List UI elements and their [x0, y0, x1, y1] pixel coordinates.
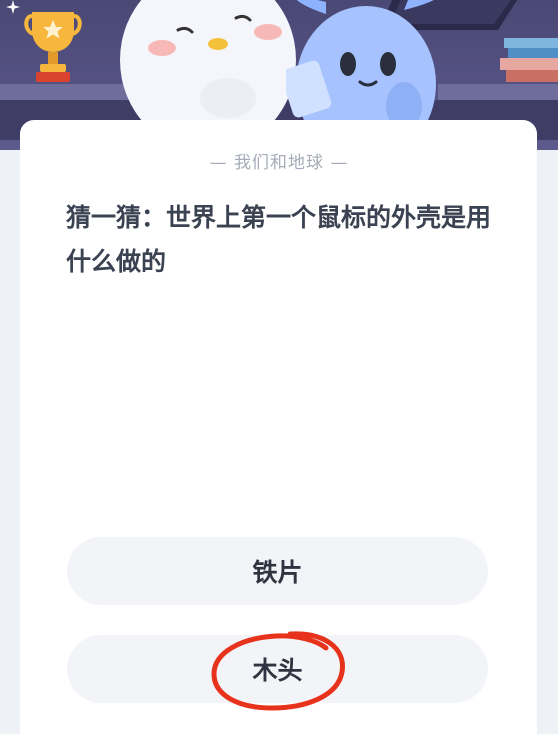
question-text: 猜一猜：世界上第一个鼠标的外壳是用什么做的: [66, 203, 492, 276]
answer-option-2-label: 木头: [252, 656, 303, 685]
category-subtitle: — 我们和地球 —: [209, 153, 349, 173]
trophy-icon: [24, 12, 82, 82]
answer-option-2[interactable]: 木头: [67, 635, 488, 703]
shelf-right: [438, 84, 558, 100]
answer-option-1-label: 铁片: [252, 558, 303, 587]
answer-option-1[interactable]: 铁片: [67, 537, 488, 605]
sparkle-icon: [6, 0, 20, 14]
books-icon: [500, 38, 558, 82]
